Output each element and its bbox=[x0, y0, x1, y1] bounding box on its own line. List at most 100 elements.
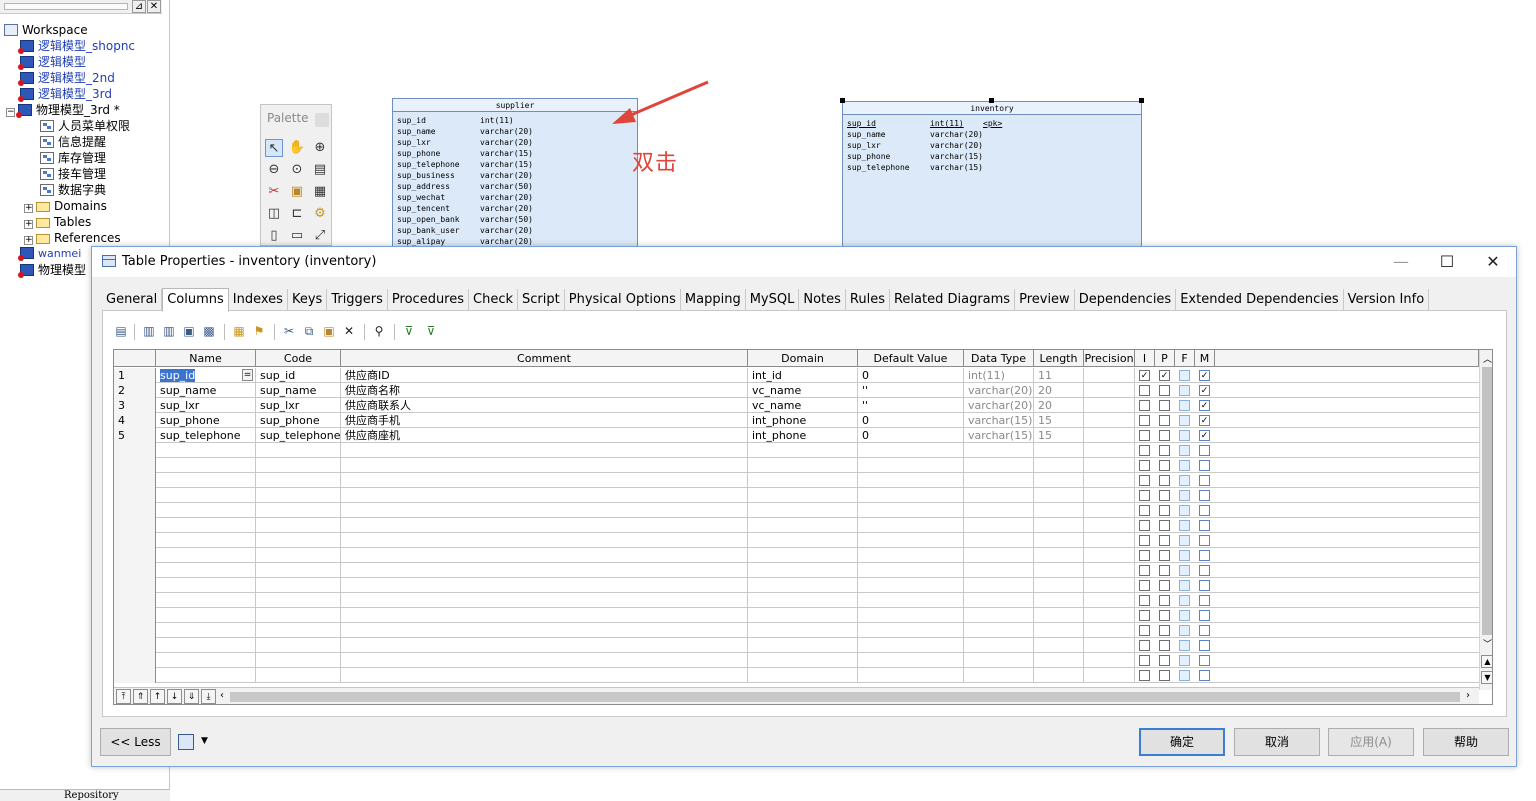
cell-datatype[interactable] bbox=[964, 488, 1034, 503]
cell-datatype[interactable] bbox=[964, 548, 1034, 563]
cell-length[interactable] bbox=[1034, 503, 1084, 518]
cell-precision[interactable] bbox=[1084, 593, 1135, 608]
cell-precision[interactable] bbox=[1084, 518, 1135, 533]
tree-item-diagram-vehicle[interactable]: 接车管理 bbox=[40, 166, 106, 182]
header-domain[interactable]: Domain bbox=[748, 350, 858, 367]
row-number[interactable] bbox=[114, 638, 156, 653]
checkbox-i[interactable] bbox=[1139, 460, 1150, 471]
scroll-thumb[interactable] bbox=[230, 692, 1460, 702]
cell-length[interactable] bbox=[1034, 473, 1084, 488]
pointer-tool-icon[interactable]: ↖ bbox=[265, 139, 283, 157]
scroll-thumb[interactable] bbox=[1482, 367, 1492, 635]
cell-comment[interactable] bbox=[341, 548, 748, 563]
checkbox-m[interactable] bbox=[1199, 460, 1210, 471]
cell-default[interactable] bbox=[858, 518, 964, 533]
empty-row[interactable] bbox=[114, 548, 1479, 563]
empty-row[interactable] bbox=[114, 608, 1479, 623]
cell-default[interactable]: 0 bbox=[858, 413, 964, 428]
cell-comment[interactable] bbox=[341, 518, 748, 533]
close-icon[interactable]: ✕ bbox=[147, 0, 161, 13]
tab-dependencies[interactable]: Dependencies bbox=[1074, 289, 1177, 311]
checkbox-i[interactable] bbox=[1139, 415, 1150, 426]
table-row[interactable]: 5 sup_telephone sup_telephone 供应商座机 int_phon… bbox=[114, 428, 1479, 443]
empty-row[interactable] bbox=[114, 518, 1479, 533]
cell-length[interactable] bbox=[1034, 533, 1084, 548]
tree-item-diagram-stock[interactable]: 库存管理 bbox=[40, 150, 106, 166]
filter-clear-icon[interactable]: ⊽ bbox=[422, 322, 440, 340]
tab-mapping[interactable]: Mapping bbox=[680, 289, 746, 311]
cell-comment[interactable] bbox=[341, 473, 748, 488]
cell-precision[interactable] bbox=[1084, 473, 1135, 488]
tab-procedures[interactable]: Procedures bbox=[387, 289, 470, 311]
cell-comment[interactable]: 供应商手机 bbox=[341, 413, 748, 428]
tree-root-workspace[interactable]: Workspace bbox=[4, 22, 88, 38]
selection-handle[interactable] bbox=[840, 98, 845, 103]
cell-name[interactable] bbox=[156, 473, 256, 488]
checkbox-f[interactable] bbox=[1179, 400, 1190, 411]
checkbox-m[interactable] bbox=[1199, 415, 1210, 426]
checkbox-i[interactable] bbox=[1139, 565, 1150, 576]
cell-comment[interactable]: 供应商座机 bbox=[341, 428, 748, 443]
empty-row[interactable] bbox=[114, 638, 1479, 653]
cell-default[interactable] bbox=[858, 443, 964, 458]
checkbox-f[interactable] bbox=[1179, 460, 1190, 471]
checkbox-f[interactable] bbox=[1179, 655, 1190, 666]
cell-domain[interactable]: int_phone bbox=[748, 428, 858, 443]
row-number[interactable]: 5 bbox=[114, 428, 156, 443]
cell-code[interactable] bbox=[256, 563, 341, 578]
insert-row-icon[interactable]: ▥ bbox=[160, 322, 178, 340]
cell-code[interactable]: sup_telephone bbox=[256, 428, 341, 443]
checkbox-p[interactable] bbox=[1159, 445, 1170, 456]
cell-default[interactable]: 0 bbox=[858, 368, 964, 383]
cell-datatype[interactable] bbox=[964, 593, 1034, 608]
cell-name[interactable] bbox=[156, 533, 256, 548]
cut-icon[interactable]: ✂ bbox=[280, 322, 298, 340]
tree-item-diagram-notify[interactable]: 信息提醒 bbox=[40, 134, 106, 150]
header-comment[interactable]: Comment bbox=[341, 350, 748, 367]
find-icon[interactable]: ⚲ bbox=[370, 322, 388, 340]
header-datatype[interactable]: Data Type bbox=[964, 350, 1034, 367]
checkbox-i[interactable] bbox=[1139, 595, 1150, 606]
checkbox-m[interactable] bbox=[1199, 490, 1210, 501]
tab-columns[interactable]: Columns bbox=[162, 288, 229, 312]
checkbox-m[interactable] bbox=[1199, 370, 1210, 381]
checkbox-i[interactable] bbox=[1139, 400, 1150, 411]
cell-domain[interactable] bbox=[748, 473, 858, 488]
checkbox-f[interactable] bbox=[1179, 670, 1190, 681]
cell-datatype[interactable]: varchar(20) bbox=[964, 383, 1034, 398]
collapse-icon[interactable]: − bbox=[6, 108, 15, 117]
cell-name[interactable] bbox=[156, 653, 256, 668]
cell-domain[interactable] bbox=[748, 593, 858, 608]
empty-row[interactable] bbox=[114, 653, 1479, 668]
apply-button[interactable]: 应用(A) bbox=[1328, 728, 1414, 756]
cell-code[interactable] bbox=[256, 593, 341, 608]
row-number[interactable]: 4 bbox=[114, 413, 156, 428]
tab-mysql[interactable]: MySQL bbox=[745, 289, 800, 311]
empty-row[interactable] bbox=[114, 458, 1479, 473]
selection-handle[interactable] bbox=[1139, 98, 1144, 103]
checkbox-m[interactable] bbox=[1199, 670, 1210, 681]
cell-default[interactable] bbox=[858, 653, 964, 668]
cancel-button[interactable]: 取消 bbox=[1234, 728, 1320, 756]
tab-notes[interactable]: Notes bbox=[799, 289, 846, 311]
header-precision[interactable]: Precision bbox=[1084, 350, 1135, 367]
cell-code[interactable] bbox=[256, 488, 341, 503]
cell-length[interactable] bbox=[1034, 518, 1084, 533]
cell-name[interactable]: sup_lxr bbox=[156, 398, 256, 413]
checkbox-f[interactable] bbox=[1179, 370, 1190, 381]
checkbox-m[interactable] bbox=[1199, 445, 1210, 456]
properties-icon[interactable]: ▤ bbox=[311, 161, 329, 179]
selection-handle[interactable] bbox=[989, 98, 994, 103]
tree-item-logical-2nd[interactable]: 逻辑模型_2nd bbox=[18, 70, 115, 86]
cell-name[interactable] bbox=[156, 668, 256, 683]
checkbox-m[interactable] bbox=[1199, 610, 1210, 621]
cell-default[interactable] bbox=[858, 578, 964, 593]
cell-comment[interactable] bbox=[341, 638, 748, 653]
checkbox-f[interactable] bbox=[1179, 445, 1190, 456]
checkbox-m[interactable] bbox=[1199, 595, 1210, 606]
cell-code[interactable] bbox=[256, 578, 341, 593]
row-number[interactable]: 3 bbox=[114, 398, 156, 413]
minimize-button[interactable]: — bbox=[1378, 247, 1424, 277]
cell-precision[interactable] bbox=[1084, 548, 1135, 563]
cell-datatype[interactable]: int(11) bbox=[964, 368, 1034, 383]
